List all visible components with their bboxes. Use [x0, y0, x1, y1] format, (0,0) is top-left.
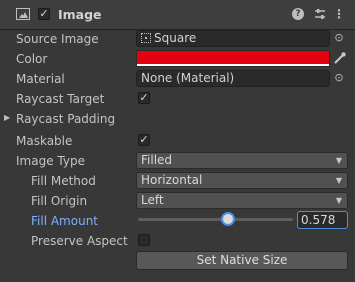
object-picker-icon[interactable]: ⊙: [331, 30, 347, 46]
eyedropper-icon[interactable]: [333, 51, 347, 65]
alpha-bar: [137, 64, 329, 66]
raycast-target-label: Raycast Target: [16, 92, 105, 106]
source-image-field[interactable]: Square: [136, 30, 330, 47]
source-image-value: Square: [154, 31, 197, 45]
material-picker-icon[interactable]: ⊙: [331, 70, 347, 86]
set-native-size-button[interactable]: Set Native Size: [136, 251, 348, 270]
fill-amount-slider-handle[interactable]: [220, 212, 235, 226]
color-label: Color: [16, 52, 48, 66]
image-type-value: Filled: [141, 153, 173, 167]
dropdown-arrow-icon: ▼: [335, 176, 342, 185]
sprite-icon: [141, 33, 151, 43]
source-image-label: Source Image: [16, 32, 99, 46]
dropdown-arrow-icon: ▼: [335, 196, 342, 205]
fill-amount-input[interactable]: 0.578: [297, 211, 348, 229]
fill-amount-slider-track[interactable]: [138, 218, 293, 221]
image-component-icon: [16, 8, 30, 20]
maskable-label: Maskable: [16, 134, 73, 148]
fill-origin-dropdown[interactable]: Left ▼: [136, 192, 348, 209]
fill-origin-value: Left: [141, 193, 164, 207]
presets-icon[interactable]: [313, 7, 327, 21]
color-field[interactable]: [136, 50, 330, 67]
component-enabled-checkbox[interactable]: ✓: [38, 8, 50, 20]
raycast-padding-label[interactable]: Raycast Padding: [16, 112, 115, 126]
raycast-target-checkbox[interactable]: ✓: [138, 92, 150, 104]
color-swatch: [137, 51, 329, 64]
preserve-aspect-label: Preserve Aspect: [31, 234, 128, 248]
preserve-aspect-checkbox[interactable]: [138, 234, 150, 246]
foldout-arrow-icon[interactable]: ▶: [4, 113, 10, 122]
maskable-checkbox[interactable]: ✓: [138, 134, 150, 146]
fill-method-dropdown[interactable]: Horizontal ▼: [136, 172, 348, 189]
kebab-menu-icon[interactable]: ⋮: [332, 7, 346, 21]
material-label: Material: [16, 72, 65, 86]
material-field[interactable]: None (Material): [136, 70, 330, 87]
fill-origin-label: Fill Origin: [31, 194, 88, 208]
image-type-dropdown[interactable]: Filled ▼: [136, 152, 348, 169]
component-title: Image: [58, 7, 102, 22]
help-icon[interactable]: ?: [292, 8, 304, 20]
foldout-arrow-icon[interactable]: [2, 7, 12, 21]
fill-method-value: Horizontal: [141, 173, 203, 187]
fill-method-label: Fill Method: [31, 174, 96, 188]
fill-amount-label: Fill Amount: [31, 214, 99, 228]
dropdown-arrow-icon: ▼: [335, 156, 342, 165]
image-type-label: Image Type: [16, 154, 85, 168]
